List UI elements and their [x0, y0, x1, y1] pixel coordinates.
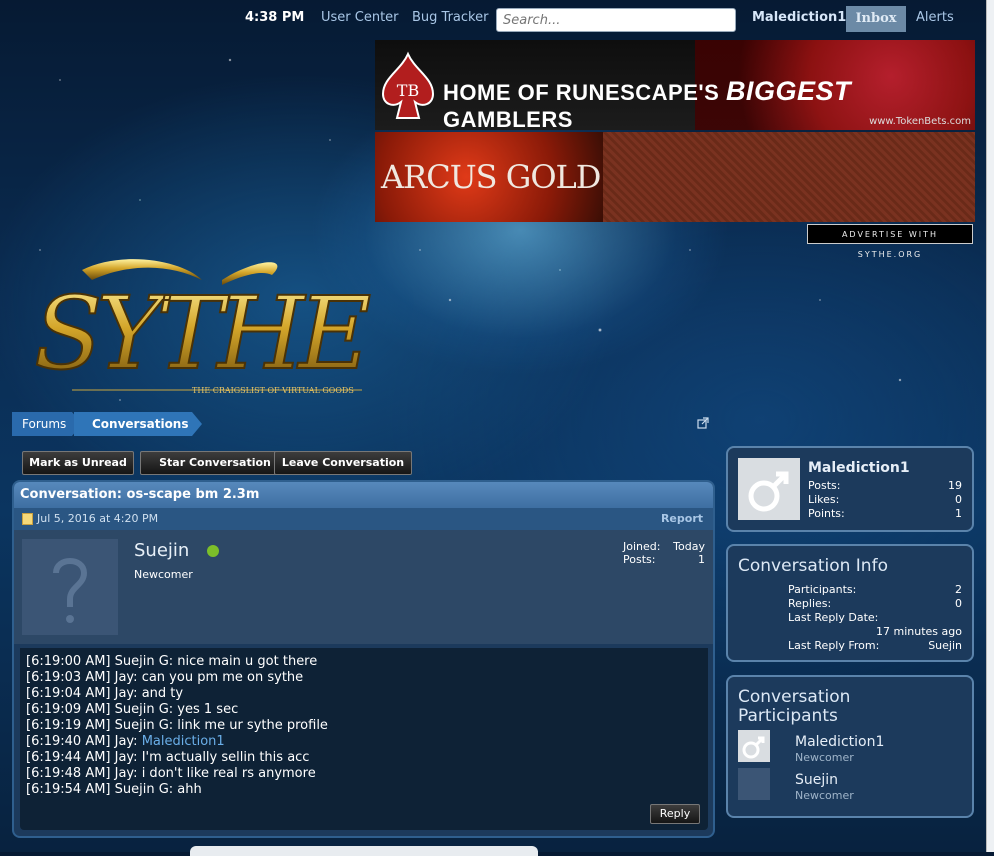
tokenbets-banner[interactable]: TB HOME OF RUNESCAPE'S BIGGEST GAMBLERS … — [375, 40, 975, 130]
advertise-link[interactable]: ADVERTISE WITH SYTHE.ORG — [807, 224, 973, 259]
arcus-gold-banner[interactable]: ARCUS GOLD — [375, 132, 975, 222]
sythe-logo[interactable]: SYTHE THE CRAIGSLIST OF VIRTUAL GOODS — [22, 250, 372, 405]
svg-text:THE CRAIGSLIST OF VIRTUAL GOOD: THE CRAIGSLIST OF VIRTUAL GOODS — [192, 386, 354, 395]
conversation-panel: Conversation: os-scape bm 2.3m Jul 5, 20… — [12, 480, 715, 838]
account-link[interactable]: Malediction1 — [752, 10, 846, 25]
author-stats: Joined: Today Posts: 1 — [623, 540, 705, 566]
chat-line: [6:19:00 AM] Suejin G: nice main u got t… — [26, 654, 318, 669]
user-center-link[interactable]: User Center — [321, 10, 399, 25]
report-link[interactable]: Report — [661, 508, 703, 530]
visitor-name[interactable]: Malediction1 — [808, 460, 910, 476]
chat-line: [6:19:54 AM] Suejin G: ahh — [26, 782, 202, 797]
participant-name[interactable]: Suejin — [795, 772, 838, 788]
top-bar: 4:38 PM User Center Bug Tracker Maledict… — [0, 4, 994, 34]
conversation-info-panel: Conversation Info Participants: 2 Replies… — [726, 544, 974, 662]
expand-icon[interactable] — [697, 417, 709, 429]
footer-tab — [190, 846, 538, 856]
participants-panel: Conversation Participants Malediction1 Ne… — [726, 675, 974, 818]
spade-logo-icon: TB — [381, 51, 435, 119]
author-title: Newcomer — [134, 568, 193, 581]
avatar[interactable] — [22, 539, 118, 635]
message-author-block: Suejin Newcomer Joined: Today Posts: 1 — [14, 530, 713, 644]
crumb-forums[interactable]: Forums — [12, 412, 72, 436]
clock: 4:38 PM — [245, 10, 305, 25]
chat-line: [6:19:19 AM] Suejin G: link me ur sythe … — [26, 718, 328, 733]
document-icon — [22, 513, 33, 525]
banner-url: www.TokenBets.com — [869, 116, 971, 127]
avatar[interactable] — [738, 730, 770, 762]
message-meta: Jul 5, 2016 at 4:20 PM Report — [14, 508, 713, 530]
message-body: [6:19:00 AM] Suejin G: nice main u got t… — [20, 648, 708, 830]
banner-headline: ARCUS GOLD — [381, 158, 601, 196]
mark-unread-button[interactable]: Mark as Unread — [22, 451, 134, 475]
online-status-icon — [207, 545, 219, 557]
chat-line: [6:19:48 AM] Jay: i don't like real rs a… — [26, 766, 316, 781]
conversation-title: Conversation: os-scape bm 2.3m — [14, 482, 713, 508]
inbox-button[interactable]: Inbox — [846, 6, 906, 32]
message-date: Jul 5, 2016 at 4:20 PM — [37, 512, 159, 525]
crumb-conversations[interactable]: Conversations — [74, 412, 192, 436]
svg-text:TB: TB — [397, 81, 419, 100]
chat-line: [6:19:04 AM] Jay: and ty — [26, 686, 184, 701]
participant-name[interactable]: Malediction1 — [795, 734, 884, 750]
avatar[interactable] — [738, 768, 770, 800]
chat-line: [6:19:09 AM] Suejin G: yes 1 sec — [26, 702, 239, 717]
chat-line: [6:19:03 AM] Jay: can you pm me on sythe — [26, 670, 304, 685]
profile-link[interactable]: Malediction1 — [142, 734, 225, 749]
star-conversation-button[interactable]: Star Conversation — [140, 451, 290, 475]
author-name[interactable]: Suejin — [134, 540, 189, 561]
chat-line: [6:19:44 AM] Jay: I'm actually sellin th… — [26, 750, 310, 765]
svg-text:SYTHE: SYTHE — [34, 275, 370, 392]
scrollbar[interactable] — [986, 0, 994, 852]
avatar[interactable] — [738, 458, 800, 520]
chat-line: [6:19:40 AM] Jay: Malediction1 — [26, 734, 225, 749]
participant-role: Newcomer — [795, 751, 854, 764]
section-heading: Conversation Participants — [738, 687, 851, 726]
participant-role: Newcomer — [795, 789, 854, 802]
search-input[interactable] — [496, 8, 736, 32]
section-heading: Conversation Info — [738, 556, 888, 576]
alerts-link[interactable]: Alerts — [916, 10, 954, 25]
visitor-panel: Malediction1 Posts: 19 Likes: 0 Points: 1 — [726, 446, 974, 532]
bug-tracker-link[interactable]: Bug Tracker — [412, 10, 488, 25]
reply-button[interactable]: Reply — [650, 804, 700, 824]
leave-conversation-button[interactable]: Leave Conversation — [274, 451, 412, 475]
